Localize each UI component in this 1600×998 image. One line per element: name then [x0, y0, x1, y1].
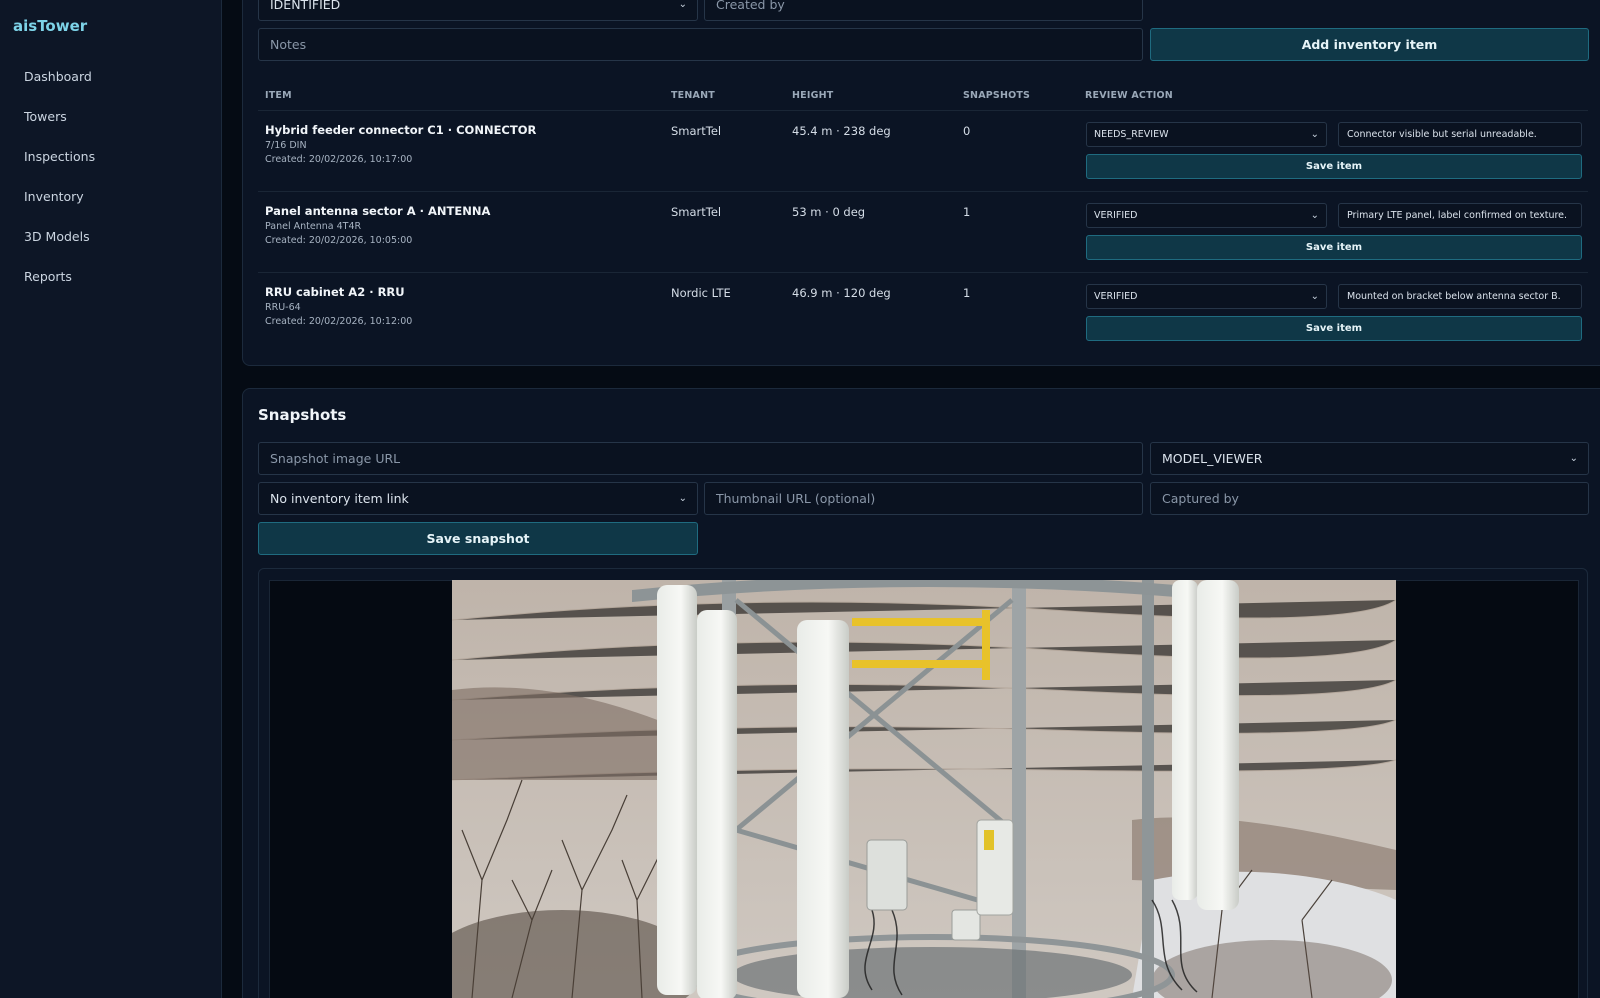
- chevron-down-icon: ⌄: [1310, 291, 1319, 302]
- notes-input[interactable]: Notes: [258, 28, 1143, 61]
- captured-by-input[interactable]: Captured by: [1150, 482, 1589, 515]
- snapshot-image[interactable]: [452, 580, 1396, 998]
- review-status-select[interactable]: NEEDS_REVIEW ⌄: [1086, 122, 1327, 147]
- snapshots-title: Snapshots: [258, 406, 347, 424]
- brand-logo[interactable]: aisTower: [13, 17, 87, 35]
- inventory-link-value: No inventory item link: [270, 491, 409, 506]
- thumbnail-url-input[interactable]: Thumbnail URL (optional): [704, 482, 1143, 515]
- chevron-down-icon: ⌄: [1569, 453, 1578, 464]
- review-status-select[interactable]: VERIFIED ⌄: [1086, 284, 1327, 309]
- item-title: Panel antenna sector A · ANTENNA: [265, 204, 491, 218]
- sidebar-item-inventory[interactable]: Inventory: [24, 189, 84, 204]
- item-height: 53 m · 0 deg: [792, 205, 866, 219]
- review-status-value: VERIFIED: [1094, 291, 1138, 302]
- chevron-down-icon: ⌄: [678, 493, 687, 504]
- table-divider: [258, 110, 1588, 111]
- chevron-down-icon: ⌄: [1310, 129, 1319, 140]
- sidebar-item-dashboard[interactable]: Dashboard: [24, 69, 92, 84]
- created-by-input[interactable]: Created by: [704, 0, 1143, 21]
- status-select[interactable]: IDENTIFIED ⌄: [258, 0, 698, 21]
- sidebar: aisTower Dashboard Towers Inspections In…: [0, 0, 222, 998]
- item-created: Created: 20/02/2026, 10:17:00: [265, 154, 413, 165]
- save-item-button[interactable]: Save item: [1086, 316, 1582, 341]
- sidebar-item-reports[interactable]: Reports: [24, 269, 72, 284]
- item-created: Created: 20/02/2026, 10:05:00: [265, 235, 413, 246]
- item-tenant: SmartTel: [671, 205, 722, 219]
- save-item-button[interactable]: Save item: [1086, 154, 1582, 179]
- item-model: RRU-64: [265, 302, 301, 313]
- item-height: 46.9 m · 120 deg: [792, 286, 891, 300]
- review-note-input[interactable]: Mounted on bracket below antenna sector …: [1338, 284, 1582, 309]
- item-model: 7/16 DIN: [265, 140, 307, 151]
- table-divider: [258, 272, 1588, 273]
- item-snapshots: 1: [963, 205, 971, 219]
- sidebar-item-inspections[interactable]: Inspections: [24, 149, 95, 164]
- status-select-value: IDENTIFIED: [270, 0, 341, 12]
- sidebar-item-3d-models[interactable]: 3D Models: [24, 229, 90, 244]
- review-note-input[interactable]: Connector visible but serial unreadable.: [1338, 122, 1582, 147]
- column-header-height: HEIGHT: [792, 90, 834, 101]
- item-snapshots: 0: [963, 124, 971, 138]
- snapshot-image-url-input[interactable]: Snapshot image URL: [258, 442, 1143, 475]
- snapshot-source-select[interactable]: MODEL_VIEWER ⌄: [1150, 442, 1589, 475]
- column-header-review-action: REVIEW ACTION: [1085, 90, 1173, 101]
- item-height: 45.4 m · 238 deg: [792, 124, 891, 138]
- column-header-snapshots: SNAPSHOTS: [963, 90, 1031, 101]
- table-divider: [258, 191, 1588, 192]
- item-tenant: SmartTel: [671, 124, 722, 138]
- item-snapshots: 1: [963, 286, 971, 300]
- review-status-value: NEEDS_REVIEW: [1094, 129, 1169, 140]
- item-title: Hybrid feeder connector C1 · CONNECTOR: [265, 123, 537, 137]
- chevron-down-icon: ⌄: [678, 0, 687, 10]
- inventory-link-select[interactable]: No inventory item link ⌄: [258, 482, 698, 515]
- column-header-item: ITEM: [265, 90, 292, 101]
- sidebar-item-towers[interactable]: Towers: [24, 109, 67, 124]
- item-tenant: Nordic LTE: [671, 286, 731, 300]
- column-header-tenant: TENANT: [671, 90, 715, 101]
- save-snapshot-button[interactable]: Save snapshot: [258, 522, 698, 555]
- item-title: RRU cabinet A2 · RRU: [265, 285, 405, 299]
- review-note-input[interactable]: Primary LTE panel, label confirmed on te…: [1338, 203, 1582, 228]
- review-status-value: VERIFIED: [1094, 210, 1138, 221]
- chevron-down-icon: ⌄: [1310, 210, 1319, 221]
- item-created: Created: 20/02/2026, 10:12:00: [265, 316, 413, 327]
- snapshot-source-value: MODEL_VIEWER: [1162, 451, 1263, 466]
- add-inventory-item-button[interactable]: Add inventory item: [1150, 28, 1589, 61]
- review-status-select[interactable]: VERIFIED ⌄: [1086, 203, 1327, 228]
- item-model: Panel Antenna 4T4R: [265, 221, 362, 232]
- save-item-button[interactable]: Save item: [1086, 235, 1582, 260]
